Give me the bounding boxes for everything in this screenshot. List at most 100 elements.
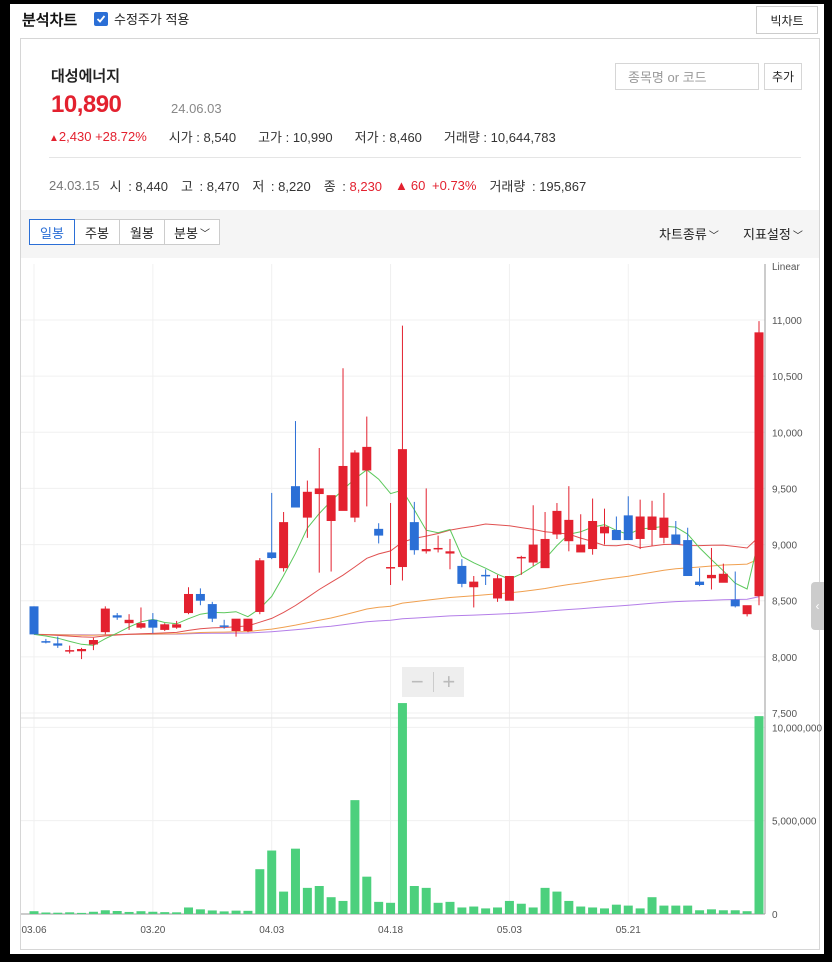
volume-bar bbox=[362, 876, 372, 914]
volume-bar bbox=[754, 716, 764, 914]
candle-body bbox=[100, 608, 110, 633]
price-tick-label: 9,500 bbox=[772, 484, 797, 495]
candle-body bbox=[754, 332, 764, 597]
volume-bar bbox=[493, 907, 503, 914]
volume-bar bbox=[302, 887, 312, 914]
candle bbox=[469, 576, 479, 608]
candle bbox=[695, 568, 705, 587]
volume-bar bbox=[160, 912, 170, 914]
volume-bar bbox=[136, 911, 146, 914]
candle-body bbox=[504, 576, 514, 601]
tab-daily[interactable]: 일봉 bbox=[29, 219, 75, 245]
candle-body bbox=[243, 618, 253, 632]
candle bbox=[124, 614, 134, 630]
candle-body bbox=[184, 593, 194, 614]
volume-bar bbox=[219, 911, 229, 914]
candle bbox=[267, 492, 277, 560]
volume-bar bbox=[599, 908, 609, 914]
scale-label: Linear bbox=[772, 262, 800, 273]
candle-body bbox=[219, 625, 229, 627]
volume-bar bbox=[279, 891, 289, 914]
volume-bar bbox=[528, 907, 538, 914]
zoom-out-button[interactable]: − bbox=[402, 667, 433, 697]
volume-bar bbox=[445, 901, 455, 914]
volume-bar bbox=[504, 900, 514, 914]
candle bbox=[290, 421, 300, 508]
volume-bar bbox=[706, 909, 716, 914]
candle-body bbox=[29, 606, 39, 635]
volume-bar bbox=[481, 908, 491, 914]
candle-body bbox=[314, 488, 324, 495]
candle bbox=[255, 558, 265, 615]
candle bbox=[112, 613, 122, 620]
candle-body bbox=[695, 581, 705, 585]
candle-body bbox=[374, 528, 384, 536]
volume-bar bbox=[53, 912, 63, 914]
volume-bar bbox=[457, 907, 467, 914]
side-panel-toggle[interactable]: ‹ bbox=[811, 582, 824, 630]
volume-bar bbox=[231, 910, 241, 914]
candle bbox=[207, 601, 217, 623]
volume-bar bbox=[207, 910, 217, 914]
candle bbox=[326, 495, 336, 572]
volume-bar bbox=[671, 905, 681, 914]
date-tick-label: 03.06 bbox=[21, 925, 46, 936]
candle bbox=[160, 623, 170, 632]
candle-body bbox=[267, 552, 277, 559]
volume-bar bbox=[374, 901, 384, 914]
volume-bar bbox=[326, 897, 336, 914]
zoom-in-button[interactable]: + bbox=[434, 667, 465, 697]
candle-body bbox=[599, 526, 609, 534]
candle bbox=[671, 520, 681, 545]
candle bbox=[148, 613, 158, 634]
candle-body bbox=[112, 615, 122, 618]
candle bbox=[41, 638, 51, 644]
candle-body bbox=[136, 623, 146, 628]
candle-body bbox=[706, 574, 716, 579]
candle bbox=[279, 512, 289, 572]
candle-body bbox=[516, 556, 526, 559]
candle bbox=[338, 368, 348, 511]
volume-bar bbox=[77, 912, 87, 914]
candle-body bbox=[386, 567, 396, 569]
candle-body bbox=[564, 519, 574, 542]
price-tick-label: 7,500 bbox=[772, 709, 797, 720]
candle bbox=[599, 508, 609, 545]
candle-body bbox=[302, 491, 312, 518]
volume-bar bbox=[647, 897, 657, 914]
candle-body bbox=[338, 465, 348, 511]
candle bbox=[195, 588, 205, 606]
candle bbox=[409, 501, 419, 555]
candle bbox=[77, 647, 87, 660]
candle-body bbox=[172, 624, 182, 628]
price-chart[interactable]: Linear 7,500 8,000 8,500 9,000 9,500 10,000 10,… bbox=[10, 4, 824, 954]
candle-body bbox=[528, 544, 538, 563]
candle bbox=[433, 535, 443, 553]
candle-body bbox=[457, 565, 467, 584]
volume-bar bbox=[718, 910, 728, 914]
moving-averages bbox=[33, 469, 760, 646]
candle bbox=[718, 563, 728, 583]
volume-tick-label: 0 bbox=[772, 910, 778, 921]
price-tick-label: 10,500 bbox=[772, 372, 803, 383]
price-tick-label: 8,500 bbox=[772, 597, 797, 608]
candle bbox=[386, 503, 396, 585]
candle-body bbox=[255, 560, 265, 612]
candle-body bbox=[41, 641, 51, 643]
candle-body bbox=[647, 516, 657, 530]
volume-bar bbox=[29, 911, 39, 914]
candle-body bbox=[279, 522, 289, 569]
candle-body bbox=[611, 529, 621, 541]
candle-body bbox=[65, 650, 75, 652]
candles bbox=[29, 321, 764, 660]
zoom-control: − + bbox=[402, 667, 464, 697]
candle bbox=[136, 607, 146, 629]
volume-bar bbox=[290, 848, 300, 914]
price-axis-labels: Linear 7,500 8,000 8,500 9,000 9,500 10,000 10,… bbox=[772, 262, 803, 720]
volume-bar bbox=[611, 904, 621, 914]
candle bbox=[362, 416, 372, 507]
price-tick-label: 11,000 bbox=[772, 316, 802, 327]
candle bbox=[88, 637, 98, 651]
candle-body bbox=[397, 449, 407, 568]
candle bbox=[100, 606, 110, 635]
